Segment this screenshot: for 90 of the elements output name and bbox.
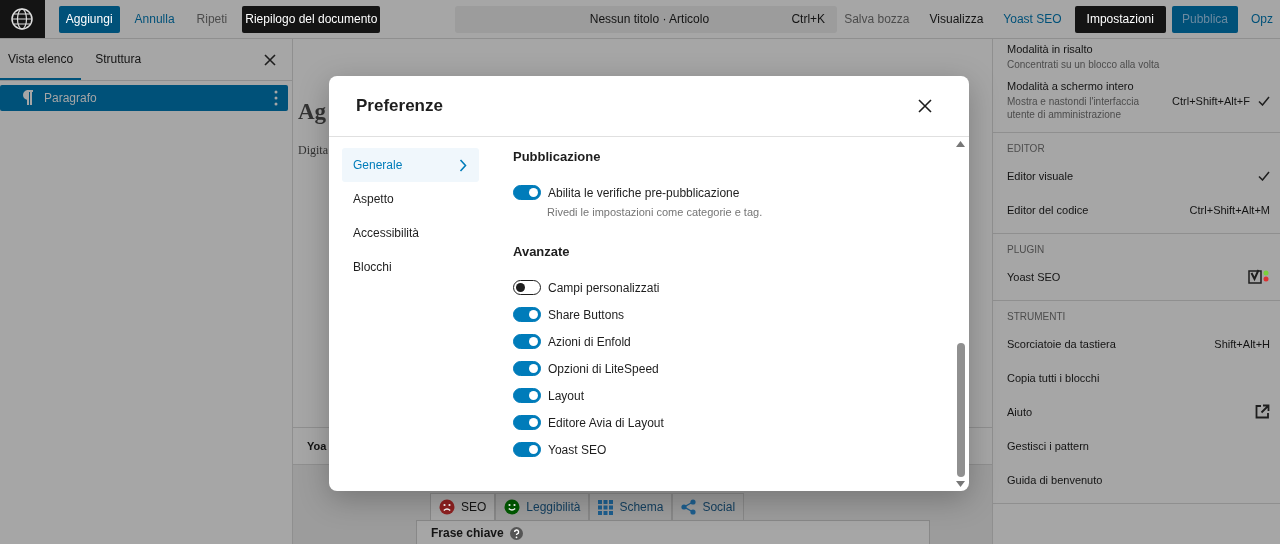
section-heading: Avanzate — [513, 244, 571, 259]
menu-item[interactable]: Scorciatoie da tastiera Shift+Alt+H — [993, 326, 1280, 361]
tooltip: Riepilogo del documento — [242, 5, 381, 33]
toggle-label: Yoast SEO — [548, 442, 607, 457]
menu-item[interactable]: Gestisci i pattern — [993, 428, 1280, 463]
panel-tab[interactable]: Struttura — [87, 39, 150, 80]
toggle-switch[interactable] — [513, 307, 541, 322]
menu-section-title: EDITOR — [1006, 141, 1046, 156]
menu-item[interactable]: Yoast SEO — [993, 259, 1280, 294]
command-bar[interactable]: Nessun titolo · Articolo Ctrl+K — [455, 5, 838, 33]
toggle-label: Campi personalizzati — [548, 280, 660, 295]
menu-item-label: Gestisci i pattern — [1007, 439, 1089, 452]
toggle-label: Editore Avia di Layout — [548, 415, 664, 430]
globe-icon — [9, 6, 36, 32]
toggle-switch[interactable] — [513, 280, 541, 295]
share-icon — [681, 499, 697, 515]
document-title: Nessun titolo · Articolo — [588, 12, 711, 26]
shortcut-hint: Ctrl+K — [791, 12, 826, 26]
menu-item-label: Guida di benvenuto — [1007, 473, 1103, 486]
post-title[interactable]: Ag — [298, 99, 324, 125]
toolbar-button[interactable]: Impostazioni — [1074, 5, 1166, 33]
redo-button[interactable]: Ripeti — [189, 5, 235, 33]
nav-item[interactable]: Generale — [342, 148, 479, 182]
toggle-label: Share Buttons — [548, 307, 625, 322]
menu-item-label: Modalità a schermo intero — [1007, 79, 1135, 92]
toolbar-link[interactable]: Opz — [1244, 5, 1280, 33]
toggle-switch[interactable] — [513, 361, 541, 376]
toggle-label: Opzioni di LiteSpeed — [548, 361, 659, 376]
menu-section-title: PLUGIN — [1006, 242, 1046, 257]
close-icon — [918, 99, 932, 113]
menu-section-title: STRUMENTI — [1006, 309, 1067, 324]
nav-item[interactable]: Aspetto — [342, 182, 479, 216]
chevron-right-icon — [459, 158, 467, 172]
toolbar-button[interactable]: Visualizza — [922, 5, 991, 33]
menu-item[interactable]: Editor visuale — [993, 158, 1280, 193]
paragraph-placeholder[interactable]: Digita — [298, 143, 328, 158]
panel-tab[interactable]: Vista elenco — [0, 39, 82, 80]
scrollbar-thumb[interactable] — [956, 343, 965, 477]
menu-item-label: Scorciatoie da tastiera — [1007, 337, 1116, 350]
menu-item-label: Modalità in risalto — [1007, 43, 1094, 55]
menu-item-label: Copia tutti i blocchi — [1007, 371, 1100, 384]
external-link-icon — [1255, 404, 1270, 419]
toggle-switch[interactable] — [513, 415, 541, 430]
toolbar-button[interactable]: Salva bozza — [837, 5, 917, 33]
close-icon — [264, 53, 276, 66]
toggle-label: Layout — [548, 388, 585, 403]
menu-item-label: Aiuto — [1007, 405, 1033, 418]
scroll-down-arrow-icon — [956, 481, 965, 487]
field-label: Frase chiave — [431, 526, 504, 540]
metabox-tab[interactable]: Leggibilità — [495, 493, 590, 520]
menu-item-label: Editor del codice — [1007, 203, 1089, 216]
undo-button[interactable]: Annulla — [127, 5, 182, 33]
menu-item[interactable]: Modalità in risalto Concentrati su un blocco alla volta — [993, 39, 1280, 76]
menu-item-description: Concentrati su un blocco alla volta — [1007, 58, 1160, 72]
menu-item-label: Editor visuale — [1007, 169, 1074, 182]
nav-item[interactable]: Blocchi — [342, 250, 479, 284]
metabox-tab[interactable]: Social — [672, 493, 745, 520]
more-vertical-icon — [274, 90, 278, 106]
option-description: Rivedi le impostazioni come categorie e tag. — [547, 206, 764, 218]
menu-item[interactable]: Editor del codice Ctrl+Shift+Alt+M — [993, 192, 1280, 227]
toggle-switch[interactable] — [513, 185, 541, 200]
grid-icon — [598, 499, 614, 515]
help-icon — [509, 526, 523, 540]
metabox-tab[interactable]: SEO — [430, 493, 496, 520]
menu-item[interactable]: Copia tutti i blocchi — [993, 360, 1280, 395]
toggle-switch[interactable] — [513, 388, 541, 403]
toolbar-link[interactable]: Yoast SEO — [996, 5, 1069, 33]
toggle-switch[interactable] — [513, 334, 541, 349]
list-item-label: Paragrafo — [44, 91, 97, 105]
dialog-title: Preferenze — [356, 96, 443, 116]
menu-item-label: Yoast SEO — [1007, 270, 1061, 283]
shortcut-label: Ctrl+Shift+Alt+M — [1189, 203, 1270, 216]
list-item[interactable]: Paragrafo — [0, 85, 288, 111]
site-logo[interactable] — [0, 0, 45, 38]
paragraph-icon — [22, 90, 34, 106]
section-heading: Pubblicazione — [513, 149, 602, 164]
menu-item[interactable]: Modalità a schermo intero Mostra e nastondi l'interfaccia utente di amministrazione Ctrl+Shift+Alt+F — [993, 75, 1280, 126]
menu-item-description: Mostra e nastondi l'interfaccia utente di amministrazione — [1007, 94, 1140, 122]
shortcut-label: Shift+Alt+H — [1214, 337, 1270, 350]
toggle-label: Abilita le verifiche pre-pubblicazione — [548, 185, 740, 200]
add-button[interactable]: Aggiungi — [58, 5, 120, 33]
toggle-switch[interactable] — [513, 442, 541, 457]
shortcut-label: Ctrl+Shift+Alt+F — [1172, 94, 1250, 107]
nav-item[interactable]: Accessibilità — [342, 216, 479, 250]
menu-item[interactable]: Guida di benvenuto — [993, 462, 1280, 497]
metabox-tab[interactable]: Schema — [589, 493, 673, 520]
menu-item[interactable]: Aiuto — [993, 394, 1280, 429]
toggle-label: Azioni di Enfold — [548, 334, 631, 349]
metabox-title: Yoa — [307, 440, 327, 452]
scroll-up-arrow-icon — [956, 141, 965, 147]
